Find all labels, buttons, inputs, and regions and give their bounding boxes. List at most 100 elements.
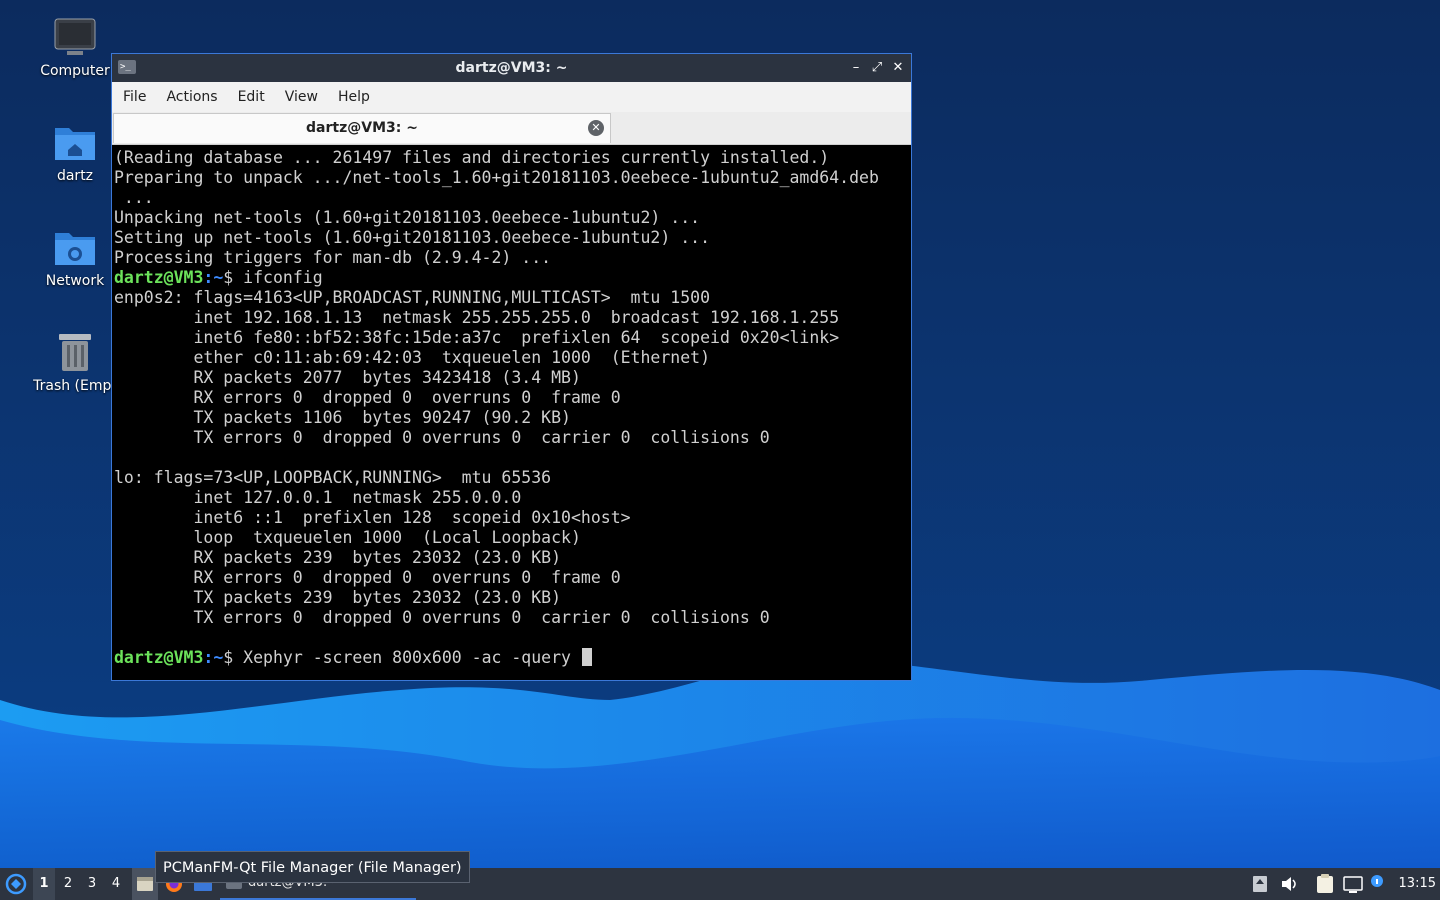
menu-edit[interactable]: Edit <box>231 89 272 105</box>
home-folder-icon <box>53 120 97 164</box>
minimize-button[interactable]: – <box>847 58 865 78</box>
tab-title: dartz@VM3: ~ <box>306 120 418 136</box>
menu-actions[interactable]: Actions <box>159 89 224 105</box>
output-text: TX packets 239 bytes 23032 (23.0 KB) <box>114 588 562 607</box>
output-text: ether c0:11:ab:69:42:03 txqueuelen 1000 … <box>114 348 711 367</box>
tray-updates[interactable] <box>1250 868 1270 900</box>
text-cursor <box>581 648 592 666</box>
desktop-icon-trash[interactable]: Trash (Empt <box>25 330 125 394</box>
desktop-icon-label: Network <box>45 273 105 289</box>
desktop-switcher-1[interactable]: 1 <box>33 868 55 900</box>
terminal-line: TX packets 1106 bytes 90247 (90.2 KB) <box>114 408 911 428</box>
menu-help[interactable]: Help <box>331 89 377 105</box>
output-text: inet 127.0.0.1 netmask 255.0.0.0 <box>114 488 522 507</box>
terminal-line: loop txqueuelen 1000 (Local Loopback) <box>114 528 911 548</box>
maximize-button[interactable]: ⤢ <box>868 58 886 78</box>
menu-bar: File Actions Edit View Help <box>112 82 911 112</box>
tray-volume[interactable] <box>1278 868 1300 900</box>
clock[interactable]: 13:15 <box>1399 868 1436 900</box>
terminal-line: RX errors 0 dropped 0 overruns 0 frame 0 <box>114 568 911 588</box>
output-text: RX packets 239 bytes 23032 (23.0 KB) <box>114 548 562 567</box>
desktop-icon-network[interactable]: Network <box>25 225 125 289</box>
window-titlebar[interactable]: >_ dartz@VM3: ~ – ⤢ ✕ <box>112 54 911 82</box>
terminal-line: dartz@VM3:~$ Xephyr -screen 800x600 -ac … <box>114 648 911 668</box>
output-text: inet6 fe80::bf52:38fc:15de:a37c prefixle… <box>114 328 840 347</box>
terminal-line: Unpacking net-tools (1.60+git20181103.0e… <box>114 208 911 228</box>
update-icon <box>1253 876 1267 892</box>
output-text: TX packets 1106 bytes 90247 (90.2 KB) <box>114 408 571 427</box>
terminal-output[interactable]: (Reading database ... 261497 files and d… <box>113 146 911 680</box>
terminal-line: ... <box>114 188 911 208</box>
output-text: TX errors 0 dropped 0 overruns 0 carrier… <box>114 608 770 627</box>
tab-bar: dartz@VM3: ~ ✕ <box>112 112 911 145</box>
terminal-line: Setting up net-tools (1.60+git20181103.0… <box>114 228 911 248</box>
prompt-user: dartz@VM3 <box>114 268 204 287</box>
prompt-symbol: $ <box>223 268 244 287</box>
volume-icon <box>1282 877 1296 891</box>
terminal-line: TX errors 0 dropped 0 overruns 0 carrier… <box>114 608 911 628</box>
terminal-window[interactable]: >_ dartz@VM3: ~ – ⤢ ✕ File Actions Edit … <box>111 53 912 681</box>
output-text: TX errors 0 dropped 0 overruns 0 carrier… <box>114 428 770 447</box>
terminal-line: (Reading database ... 261497 files and d… <box>114 148 911 168</box>
menu-file[interactable]: File <box>116 89 153 105</box>
prompt-user: dartz@VM3 <box>114 648 204 667</box>
tray-clipboard[interactable] <box>1313 868 1337 900</box>
desktop-icon-label: dartz <box>56 168 94 184</box>
command-text: ifconfig <box>243 268 323 287</box>
prompt-path: :~ <box>203 268 224 287</box>
output-text: Unpacking net-tools (1.60+git20181103.0e… <box>114 208 701 227</box>
terminal-line: inet 127.0.0.1 netmask 255.0.0.0 <box>114 488 911 508</box>
clipboard-icon <box>1317 874 1333 893</box>
output-text: inet 192.168.1.13 netmask 255.255.255.0 … <box>114 308 840 327</box>
network-folder-icon <box>53 225 97 269</box>
desktop-switcher-3[interactable]: 3 <box>81 868 103 900</box>
command-text: Xephyr -screen 800x600 -ac -query <box>243 648 581 667</box>
prompt-symbol: $ <box>223 648 244 667</box>
desktop-icon-computer[interactable]: Computer <box>25 15 125 79</box>
desktop-icon-label: Trash (Empt <box>33 378 117 394</box>
output-text: Preparing to unpack .../net-tools_1.60+g… <box>114 168 879 187</box>
terminal-line: lo: flags=73<UP,LOOPBACK,RUNNING> mtu 65… <box>114 468 911 488</box>
menu-view[interactable]: View <box>278 89 325 105</box>
output-text: RX packets 2077 bytes 3423418 (3.4 MB) <box>114 368 581 387</box>
output-text: Processing triggers for man-db (2.9.4-2)… <box>114 248 552 267</box>
info-icon <box>1371 875 1383 887</box>
terminal-line: dartz@VM3:~$ ifconfig <box>114 268 911 288</box>
output-text: enp0s2: flags=4163<UP,BROADCAST,RUNNING,… <box>114 288 711 307</box>
network-icon <box>1343 876 1363 893</box>
output-text: loop txqueuelen 1000 (Local Loopback) <box>114 528 581 547</box>
output-text: Setting up net-tools (1.60+git20181103.0… <box>114 228 711 247</box>
terminal-line: inet6 ::1 prefixlen 128 scopeid 0x10<hos… <box>114 508 911 528</box>
tooltip: PCManFM-Qt File Manager (File Manager) <box>155 851 470 883</box>
output-text: lo: flags=73<UP,LOOPBACK,RUNNING> mtu 65… <box>114 468 552 487</box>
desktop-icon-home[interactable]: dartz <box>25 120 125 184</box>
terminal-line: enp0s2: flags=4163<UP,BROADCAST,RUNNING,… <box>114 288 911 308</box>
desktop-icon-label: Computer <box>40 63 110 79</box>
desktop-switcher-2[interactable]: 2 <box>57 868 79 900</box>
prompt-path: :~ <box>203 648 224 667</box>
terminal-line: inet 192.168.1.13 netmask 255.255.255.0 … <box>114 308 911 328</box>
terminal-line: Processing triggers for man-db (2.9.4-2)… <box>114 248 911 268</box>
computer-icon <box>53 15 97 59</box>
output-text: inet6 ::1 prefixlen 128 scopeid 0x10<hos… <box>114 508 631 527</box>
start-menu-button[interactable] <box>2 868 30 900</box>
desktop: Computer dartz Network Trash (Empt >_ da… <box>0 0 1440 868</box>
close-button[interactable]: ✕ <box>889 58 907 78</box>
output-text: RX errors 0 dropped 0 overruns 0 frame 0 <box>114 388 621 407</box>
tray-notification[interactable] <box>1368 868 1386 900</box>
output-text: (Reading database ... 261497 files and d… <box>114 148 830 167</box>
desktop-switcher-4[interactable]: 4 <box>105 868 127 900</box>
terminal-line: inet6 fe80::bf52:38fc:15de:a37c prefixle… <box>114 328 911 348</box>
window-title: dartz@VM3: ~ <box>455 60 568 76</box>
terminal-line: TX packets 239 bytes 23032 (23.0 KB) <box>114 588 911 608</box>
trash-icon <box>53 330 97 374</box>
tab-terminal[interactable]: dartz@VM3: ~ ✕ <box>113 113 611 143</box>
terminal-line: RX errors 0 dropped 0 overruns 0 frame 0 <box>114 388 911 408</box>
tab-close-icon[interactable]: ✕ <box>588 120 604 136</box>
output-text: RX errors 0 dropped 0 overruns 0 frame 0 <box>114 568 621 587</box>
terminal-line: RX packets 239 bytes 23032 (23.0 KB) <box>114 548 911 568</box>
output-text: ... <box>114 188 154 207</box>
tray-network[interactable] <box>1341 868 1365 900</box>
